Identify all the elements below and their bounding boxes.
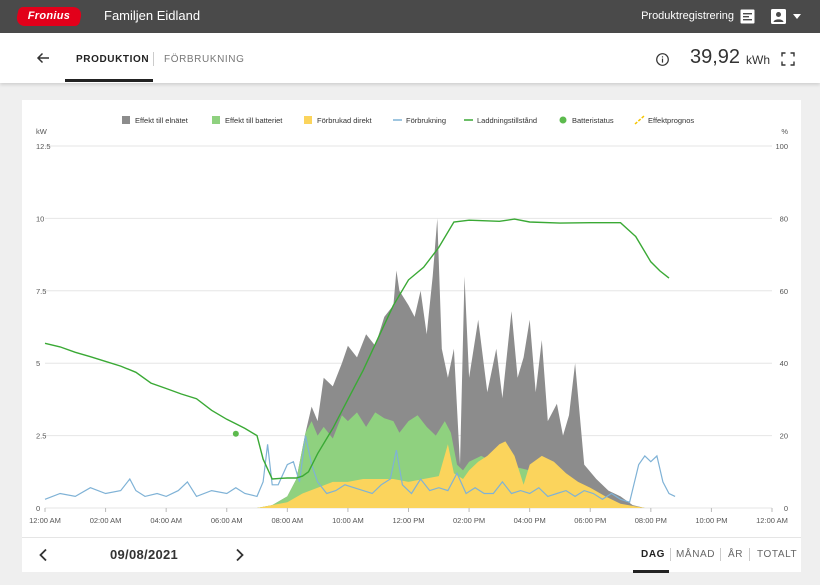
registration-icon[interactable] [740,9,755,24]
legend-label: Effekt till batteriet [225,116,283,125]
production-chart-card: 0 0 2.5 20 5 40 7.5 60 10 80 12.5 100 kW% 12:00 AM 02:… [22,100,801,572]
period-month[interactable]: MÅNAD [676,549,715,560]
selected-date[interactable]: 09/08/2021 [110,547,178,562]
y-right-tick-label: 40 [780,359,788,368]
y-right-tick-label: 80 [780,214,788,223]
y-right-tick-label: 0 [784,504,788,513]
y-left-tick-label: 7.5 [36,287,46,296]
tab-production[interactable]: PRODUKTION [76,54,149,65]
top-bar: Fronius Familjen Eidland Produktregistre… [0,0,820,33]
x-tick-label: 12:00 PM [392,516,424,525]
x-tick-label: 04:00 PM [514,516,546,525]
period-day[interactable]: DAG [641,549,665,560]
x-tick-label: 06:00 PM [574,516,606,525]
y-right-unit: % [781,127,788,136]
legend-swatch [122,116,130,124]
site-name: Familjen Eidland [104,8,201,23]
y-left-tick-label: 5 [36,359,40,368]
x-tick-label: 04:00 AM [150,516,182,525]
x-tick-label: 10:00 AM [332,516,364,525]
tab-divider [153,52,154,66]
chevron-down-icon[interactable] [793,14,801,19]
y-left-tick-label: 2.5 [36,432,46,441]
x-tick-label: 12:00 AM [29,516,61,525]
x-tick-label: 06:00 AM [211,516,243,525]
period-divider [670,548,671,561]
legend-label: Effekt till elnätet [135,116,189,125]
y-left-unit: kW [36,127,48,136]
period-total[interactable]: TOTALT [757,549,797,560]
total-energy-unit: kWh [746,53,770,67]
battery-status-point [232,430,239,437]
product-registration-link[interactable]: Produktregistrering [641,10,734,22]
active-tab-indicator [65,79,153,82]
x-tick-label: 08:00 AM [271,516,303,525]
legend-swatch [212,116,220,124]
fronius-logo[interactable]: Fronius [14,7,84,26]
x-tick-label: 10:00 PM [695,516,727,525]
x-tick-label: 02:00 PM [453,516,485,525]
legend-label: Laddningstillstånd [477,116,537,125]
legend-label: Batteristatus [572,116,614,125]
tab-consumption[interactable]: FÖRBRUKNING [164,54,245,65]
x-tick-label: 12:00 AM [756,516,788,525]
account-icon[interactable] [771,9,786,24]
y-left-tick-label: 0 [36,504,40,513]
chevron-left-icon[interactable] [38,548,48,562]
period-year[interactable]: ÅR [728,549,743,560]
fullscreen-icon[interactable] [781,52,795,66]
y-left-tick-label: 12.5 [36,142,51,151]
period-divider [720,548,721,561]
chevron-right-icon[interactable] [235,548,245,562]
period-divider [749,548,750,561]
y-right-tick-label: 20 [780,432,788,441]
x-tick-label: 02:00 AM [90,516,122,525]
arrow-left-icon[interactable] [36,51,50,65]
legend-dot [559,116,567,124]
legend-dash [634,115,645,125]
legend-label: Förbrukning [406,116,446,125]
y-right-tick-label: 60 [780,287,788,296]
info-icon[interactable] [656,53,669,66]
production-chart[interactable]: 0 0 2.5 20 5 40 7.5 60 10 80 12.5 100 kW % 12:00 AM 02:… [22,100,801,537]
y-right-tick-label: 100 [775,142,788,151]
total-energy-value: 39,92 [690,46,741,68]
y-left-tick-label: 10 [36,214,44,223]
legend-swatch [304,116,312,124]
tab-bar: PRODUKTION FÖRBRUKNING 39,92 kWh [0,33,820,83]
legend-label: Förbrukad direkt [317,116,373,125]
active-period-indicator [633,570,669,573]
legend-label: Effektprognos [648,116,694,125]
date-navigation-bar: 09/08/2021 DAG MÅNAD ÅR TOTALT [22,537,801,573]
x-tick-label: 08:00 PM [635,516,667,525]
